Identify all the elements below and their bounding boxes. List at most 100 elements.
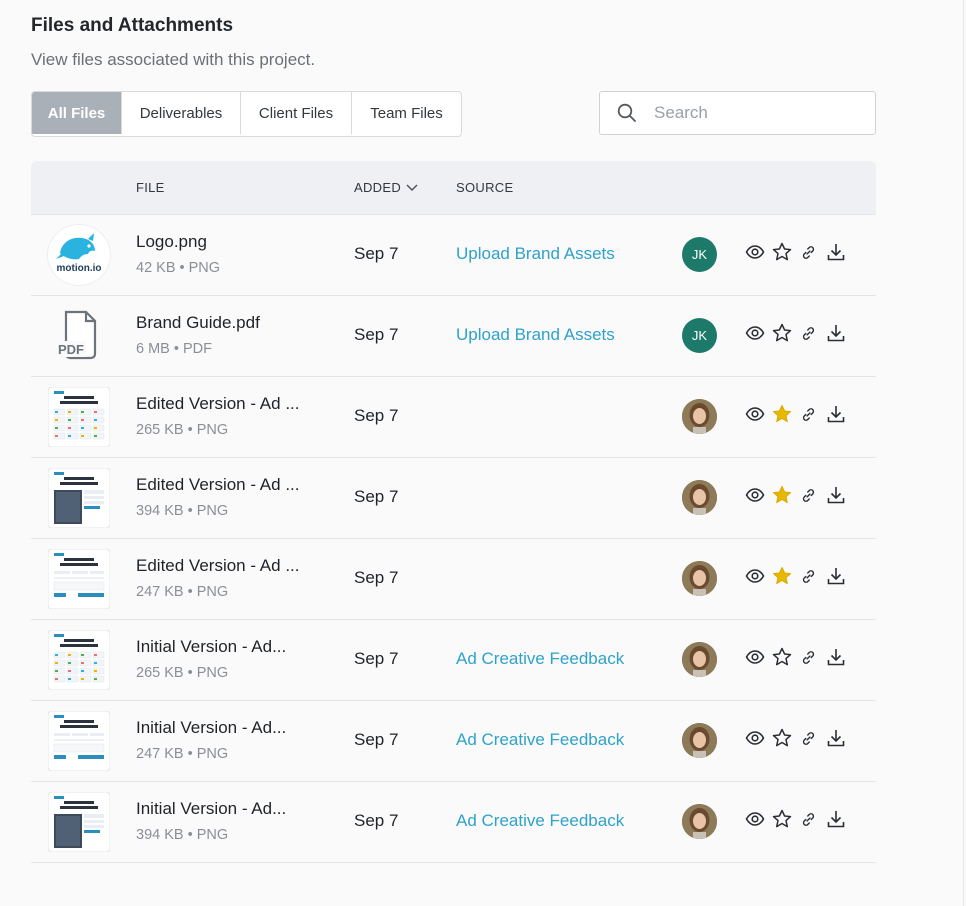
search-input[interactable] — [652, 102, 856, 124]
link-icon[interactable] — [801, 488, 816, 503]
link-icon[interactable] — [801, 812, 816, 827]
image-thumbnail — [47, 467, 111, 529]
page-subtitle: View files associated with this project. — [31, 50, 316, 69]
file-thumbnail[interactable] — [47, 629, 111, 691]
star-icon[interactable] — [772, 809, 792, 829]
eye-icon[interactable] — [745, 566, 765, 586]
file-source-link[interactable]: Upload Brand Assets — [456, 325, 615, 345]
avatar — [682, 561, 717, 596]
file-thumbnail[interactable] — [47, 791, 111, 853]
download-icon[interactable] — [826, 566, 846, 586]
file-source-link[interactable]: Ad Creative Feedback — [456, 649, 624, 669]
eye-icon[interactable] — [745, 242, 765, 262]
file-thumbnail[interactable] — [47, 548, 111, 610]
tab-client-files[interactable]: Client Files — [241, 92, 352, 134]
star-icon[interactable] — [772, 242, 792, 262]
file-added-date: Sep 7 — [354, 325, 399, 344]
avatar: JK — [682, 237, 717, 272]
panel-divider — [963, 0, 964, 906]
avatar — [682, 399, 717, 434]
table-row[interactable]: Edited Version - Ad ... 247 KB • PNG Sep 7 — [31, 539, 876, 620]
file-name[interactable]: Initial Version - Ad... — [136, 718, 286, 738]
eye-icon[interactable] — [745, 485, 765, 505]
eye-icon[interactable] — [745, 323, 765, 343]
file-added-date: Sep 7 — [354, 730, 399, 749]
link-icon[interactable] — [801, 245, 816, 260]
table-row[interactable]: PDF Brand Guide.pdf 6 MB • PDF Sep 7 Upload … — [31, 296, 876, 377]
file-meta: 247 KB • PNG — [136, 746, 229, 762]
avatar — [682, 642, 717, 677]
file-name[interactable]: Edited Version - Ad ... — [136, 394, 299, 414]
file-thumbnail[interactable]: motion.io — [48, 225, 110, 285]
avatar-initials: JK — [691, 247, 708, 262]
pdf-label: PDF — [58, 342, 84, 357]
file-source-link[interactable]: Upload Brand Assets — [456, 244, 615, 264]
tab-team-files[interactable]: Team Files — [352, 92, 461, 134]
file-thumbnail[interactable] — [47, 710, 111, 772]
download-icon[interactable] — [826, 728, 846, 748]
link-icon[interactable] — [801, 650, 816, 665]
table-row[interactable]: Initial Version - Ad... 394 KB • PNG Sep 7… — [31, 782, 876, 863]
file-name[interactable]: Initial Version - Ad... — [136, 799, 286, 819]
star-icon[interactable] — [772, 323, 792, 343]
search-box[interactable] — [599, 91, 876, 135]
file-added-date: Sep 7 — [354, 487, 399, 506]
table-header: FILE ADDED SOURCE — [31, 161, 876, 215]
file-name[interactable]: Brand Guide.pdf — [136, 313, 260, 333]
star-icon[interactable] — [772, 404, 792, 424]
download-icon[interactable] — [826, 404, 846, 424]
row-actions — [745, 728, 846, 748]
table-row[interactable]: Edited Version - Ad ... 265 KB • PNG Sep 7 — [31, 377, 876, 458]
link-icon[interactable] — [801, 407, 816, 422]
eye-icon[interactable] — [745, 404, 765, 424]
avatar — [682, 804, 717, 839]
table-row[interactable]: Initial Version - Ad... 265 KB • PNG Sep 7… — [31, 620, 876, 701]
column-added-label: ADDED — [354, 180, 402, 195]
tab-deliverables[interactable]: Deliverables — [122, 92, 241, 134]
row-actions — [745, 404, 846, 424]
row-actions — [745, 566, 846, 586]
avatar: JK — [682, 318, 717, 353]
tab-all-files[interactable]: All Files — [32, 92, 122, 134]
file-name[interactable]: Initial Version - Ad... — [136, 637, 286, 657]
star-icon[interactable] — [772, 485, 792, 505]
file-thumbnail[interactable] — [47, 467, 111, 529]
download-icon[interactable] — [826, 647, 846, 667]
table-row[interactable]: motion.io Logo.png 42 KB • PNG Sep 7 Upload … — [31, 215, 876, 296]
image-thumbnail — [47, 629, 111, 691]
download-icon[interactable] — [826, 323, 846, 343]
file-name[interactable]: Edited Version - Ad ... — [136, 556, 299, 576]
file-thumbnail[interactable] — [47, 386, 111, 448]
download-icon[interactable] — [826, 485, 846, 505]
table-row[interactable]: Edited Version - Ad ... 394 KB • PNG Sep 7 — [31, 458, 876, 539]
file-source-link[interactable]: Ad Creative Feedback — [456, 730, 624, 750]
logo-wordmark: motion.io — [56, 263, 102, 274]
logo-thumbnail: motion.io — [48, 225, 110, 285]
link-icon[interactable] — [801, 731, 816, 746]
link-icon[interactable] — [801, 326, 816, 341]
file-source-link[interactable]: Ad Creative Feedback — [456, 811, 624, 831]
link-icon[interactable] — [801, 569, 816, 584]
row-actions — [745, 242, 846, 262]
eye-icon[interactable] — [745, 647, 765, 667]
column-source: SOURCE — [456, 180, 514, 195]
eye-icon[interactable] — [745, 728, 765, 748]
download-icon[interactable] — [826, 242, 846, 262]
file-name[interactable]: Edited Version - Ad ... — [136, 475, 299, 495]
file-thumbnail[interactable]: PDF — [48, 306, 110, 366]
file-meta: 265 KB • PNG — [136, 665, 229, 681]
files-table: FILE ADDED SOURCE motion.io Logo.png 42 KB… — [31, 161, 876, 863]
file-meta: 247 KB • PNG — [136, 584, 229, 600]
row-actions — [745, 485, 846, 505]
column-added-sort[interactable]: ADDED — [354, 180, 418, 195]
file-added-date: Sep 7 — [354, 568, 399, 587]
star-icon[interactable] — [772, 566, 792, 586]
table-row[interactable]: Initial Version - Ad... 247 KB • PNG Sep 7… — [31, 701, 876, 782]
download-icon[interactable] — [826, 809, 846, 829]
pdf-file-icon: PDF — [56, 310, 97, 360]
file-name[interactable]: Logo.png — [136, 232, 207, 252]
star-icon[interactable] — [772, 647, 792, 667]
star-icon[interactable] — [772, 728, 792, 748]
eye-icon[interactable] — [745, 809, 765, 829]
row-actions — [745, 647, 846, 667]
